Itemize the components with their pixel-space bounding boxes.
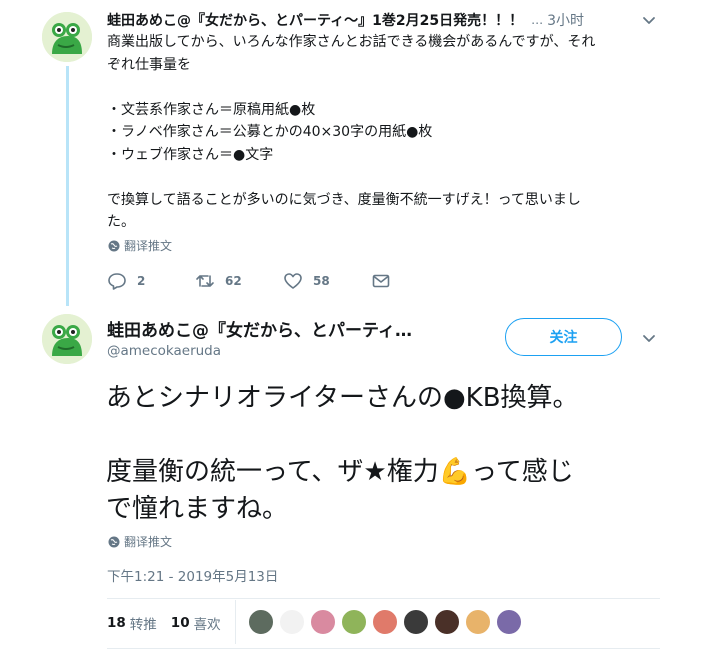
- tweet1-header: 蛙田あめこ@『女だから、とパーティ〜』1巻2月25日発売！！！ … 3小时: [107, 9, 667, 31]
- retweets-label: 转推: [129, 617, 157, 633]
- tweet2-author-name[interactable]: 蛙田あめこ@『女だから、とパーティ…: [107, 316, 477, 341]
- tweet1-text: 商業出版してから、いろんな作家さんとお話できる機会があるんですが、それ ぞれ仕事…: [107, 31, 672, 234]
- liker-avatar[interactable]: [310, 609, 336, 635]
- tweet1-line: た。: [107, 214, 135, 230]
- direct-message-button[interactable]: [371, 271, 401, 291]
- liker-avatar[interactable]: [279, 609, 305, 635]
- tweet2-datetime[interactable]: 下午1:21 - 2019年5月13日: [107, 565, 278, 585]
- tweet1-line: [107, 166, 672, 189]
- divider: [235, 600, 236, 644]
- like-count: 58: [313, 274, 330, 288]
- tweet1-actions: 2 62 58: [107, 268, 401, 294]
- translate-label: 翻译推文: [124, 239, 173, 253]
- tweet1-line: ・ウェブ作家さん＝●文字: [107, 146, 274, 163]
- chevron-down-icon[interactable]: [640, 330, 658, 348]
- tweet1-line: ・文芸系作家さん＝原稿用紙●枚: [107, 101, 316, 118]
- chevron-down-icon[interactable]: [640, 12, 658, 30]
- liker-avatar[interactable]: [341, 609, 367, 635]
- likes-count: 10: [170, 615, 190, 631]
- retweet-count: 62: [225, 274, 242, 288]
- liker-avatar[interactable]: [465, 609, 491, 635]
- frog-avatar-icon: [42, 12, 92, 62]
- translate-tweet-link[interactable]: 翻译推文: [108, 533, 172, 550]
- likes-stat[interactable]: 10 喜欢: [171, 613, 221, 633]
- reply-count: 2: [137, 274, 146, 288]
- avatar[interactable]: [42, 314, 92, 364]
- retweet-icon: [196, 275, 214, 287]
- tweet1-line: で換算して語ることが多いのに気づき、度量衡不統一すげえ！って思いまし: [107, 191, 581, 208]
- liker-avatar[interactable]: [248, 609, 274, 635]
- heart-icon: [284, 273, 302, 289]
- tweet2-line: で憧れますね。: [106, 494, 289, 524]
- divider: [107, 648, 660, 649]
- tweet2-line: 度量衡の統一って、ザ★権力💪って感じ: [106, 457, 574, 487]
- tweet1-line: ぞれ仕事量を: [107, 56, 191, 73]
- tweet1-line: ・ラノベ作家さん＝公募とかの40×30字の用紙●枚: [107, 124, 433, 140]
- reply-icon: [108, 273, 126, 290]
- thread-connector-line: [66, 66, 69, 306]
- tweet2-text: あとシナリオライターさんの●KB換算。 度量衡の統一って、ザ★権力💪って感じ で…: [106, 380, 686, 528]
- translate-label: 翻译推文: [124, 535, 173, 549]
- liker-avatar[interactable]: [496, 609, 522, 635]
- liker-avatar[interactable]: [372, 609, 398, 635]
- translate-tweet-link[interactable]: 翻译推文: [108, 237, 172, 254]
- retweets-stat[interactable]: 18 转推: [107, 613, 157, 633]
- liker-avatars: [248, 609, 527, 635]
- liker-avatar[interactable]: [434, 609, 460, 635]
- envelope-icon: [372, 274, 390, 288]
- retweet-button[interactable]: 62: [195, 271, 283, 291]
- avatar[interactable]: [42, 12, 92, 62]
- globe-icon: [108, 240, 120, 251]
- header-ellipsis: …: [531, 13, 544, 27]
- retweets-count: 18: [107, 615, 126, 631]
- follow-button[interactable]: 关注: [505, 318, 622, 356]
- reply-button[interactable]: 2: [107, 271, 195, 291]
- liker-avatar[interactable]: [403, 609, 429, 635]
- tweet2-stats: 18 转推 10 喜欢: [107, 606, 235, 640]
- tweet2-line: あとシナリオライターさんの●KB換算。: [106, 383, 579, 413]
- tweet2-author-handle[interactable]: @amecokaeruda: [107, 343, 221, 359]
- tweet1-author-name[interactable]: 蛙田あめこ@『女だから、とパーティ〜』1巻2月25日発売！！！: [107, 10, 523, 30]
- tweet2-line: [106, 417, 686, 454]
- tweet1-line: 商業出版してから、いろんな作家さんとお話できる機会があるんですが、それ: [107, 34, 596, 50]
- like-button[interactable]: 58: [283, 271, 371, 291]
- tweet1-line: [107, 76, 672, 99]
- tweet1-timestamp[interactable]: 3小时: [547, 10, 584, 30]
- likes-label: 喜欢: [193, 617, 221, 633]
- frog-avatar-icon: [42, 314, 92, 364]
- divider: [107, 598, 660, 599]
- globe-icon: [108, 536, 120, 547]
